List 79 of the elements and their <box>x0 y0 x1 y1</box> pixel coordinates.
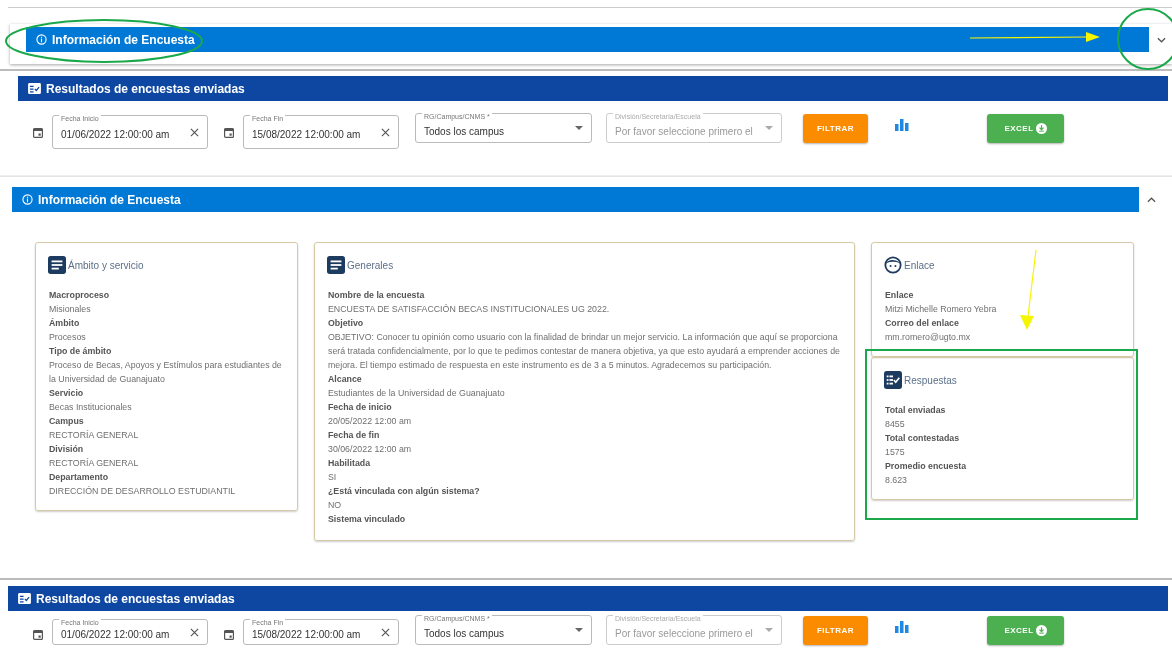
field-label: Sistema vinculado <box>328 513 407 526</box>
field-label: División <box>49 443 85 456</box>
checklist-icon <box>884 371 902 389</box>
caret-icon <box>575 628 583 632</box>
chevron-up-icon[interactable] <box>1147 196 1156 203</box>
clear-icon[interactable] <box>190 627 199 637</box>
document-icon <box>48 256 66 274</box>
info-icon <box>36 34 47 45</box>
clear-icon[interactable] <box>381 627 390 637</box>
chevron-down-icon[interactable] <box>1157 36 1166 43</box>
field-label: Promedio encuesta <box>885 460 968 473</box>
section-title: Información de Encuesta <box>38 192 181 207</box>
field-value: Proceso de Becas, Apoyos y Estímulos para estudiantes de la Universidad de Guanajuato <box>49 359 283 386</box>
field-value: NO <box>328 499 343 512</box>
calendar-icon[interactable] <box>33 628 43 640</box>
field-label: Objetivo <box>328 317 365 330</box>
caret-icon <box>765 126 773 130</box>
field-value: Misionales <box>49 303 92 316</box>
field-value: DIRECCIÓN DE DESARROLLO ESTUDIANTIL <box>49 485 237 498</box>
field-label: Habilitada <box>328 457 372 470</box>
field-value: Becas Institucionales <box>49 401 133 414</box>
caret-icon <box>765 628 773 632</box>
field-value: 8.623 <box>885 474 908 487</box>
field-label: Nombre de la encuesta <box>328 289 426 302</box>
info-icon <box>22 194 33 205</box>
face-icon <box>884 256 902 274</box>
document-icon <box>327 256 345 274</box>
calendar-icon[interactable] <box>33 126 43 138</box>
section-title: Resultados de encuestas enviadas <box>46 81 245 96</box>
download-icon <box>1035 122 1047 134</box>
field-label: Macroproceso <box>49 289 111 302</box>
field-label: Fecha de fin <box>328 429 381 442</box>
bar-chart-icon[interactable] <box>895 621 909 633</box>
card-title: Ámbito y servicio <box>68 259 144 271</box>
field-label: Enlace <box>885 289 915 302</box>
field-value: Mitzi Michelle Romero Yebra <box>885 303 998 316</box>
calendar-icon[interactable] <box>224 126 234 138</box>
field-value: RECTORÍA GENERAL <box>49 457 140 470</box>
card-title: Enlace <box>904 259 935 271</box>
filter-button[interactable]: FILTRAR <box>803 113 868 143</box>
field-value: mm.romero@ugto.mx <box>885 331 972 344</box>
field-value: SI <box>328 471 338 484</box>
clear-icon[interactable] <box>190 127 199 137</box>
field-label: Servicio <box>49 387 85 400</box>
field-label: Alcance <box>328 373 363 386</box>
field-label: Total contestadas <box>885 432 961 445</box>
section-header[interactable]: Información de Encuesta <box>26 27 1149 52</box>
excel-button[interactable]: EXCEL <box>987 113 1064 143</box>
field-label: Fecha de inicio <box>328 401 393 414</box>
checklist-icon <box>18 593 31 604</box>
section-title: Información de Encuesta <box>52 32 195 47</box>
field-value: ENCUESTA DE SATISFACCIÓN BECAS INSTITUCIONALES UG 2022. <box>328 303 611 316</box>
field-label: Correo del enlace <box>885 317 960 330</box>
field-value: 1575 <box>885 446 906 459</box>
calendar-icon[interactable] <box>224 628 234 640</box>
field-value: Estudiantes de la Universidad de Guanajuato <box>328 387 506 400</box>
field-label: Tipo de ámbito <box>49 345 113 358</box>
card-title: Generales <box>347 259 394 271</box>
field-label: Departamento <box>49 471 110 484</box>
field-label: Total enviadas <box>885 404 947 417</box>
filter-button[interactable]: FILTRAR <box>803 615 868 645</box>
field-value: OBJETIVO: Conocer tu opinión como usuario con la finalidad de brindar un mejor servicio. La información que aquí se proporciona será tratada confidencialmente, por lo que te pedimos contestar de manera objetiva, ya que esto ayudará a emprender acciones de mejora. El tiempo estimado de respuesta en este instrumento es de 3 a 5 minutos. Agradecemos su participación. <box>328 331 841 372</box>
field-label: Campus <box>49 415 85 428</box>
clear-icon[interactable] <box>381 127 390 137</box>
card-title: Respuestas <box>904 374 957 386</box>
field-value: 20/05/2022 12:00 am <box>328 415 413 428</box>
field-label: Ámbito <box>49 317 81 330</box>
bar-chart-icon[interactable] <box>895 119 909 131</box>
field-label: ¿Está vinculada con algún sistema? <box>328 485 481 498</box>
excel-button[interactable]: EXCEL <box>987 615 1064 645</box>
section-title: Resultados de encuestas enviadas <box>36 591 235 606</box>
checklist-icon <box>28 83 41 94</box>
field-value: Procesos <box>49 331 87 344</box>
field-value: 30/06/2022 12:00 am <box>328 443 413 456</box>
field-value: RECTORÍA GENERAL <box>49 429 140 442</box>
download-icon <box>1035 624 1047 636</box>
section-header[interactable]: Información de Encuesta <box>12 187 1139 212</box>
caret-icon <box>575 126 583 130</box>
field-value: 8455 <box>885 418 906 431</box>
